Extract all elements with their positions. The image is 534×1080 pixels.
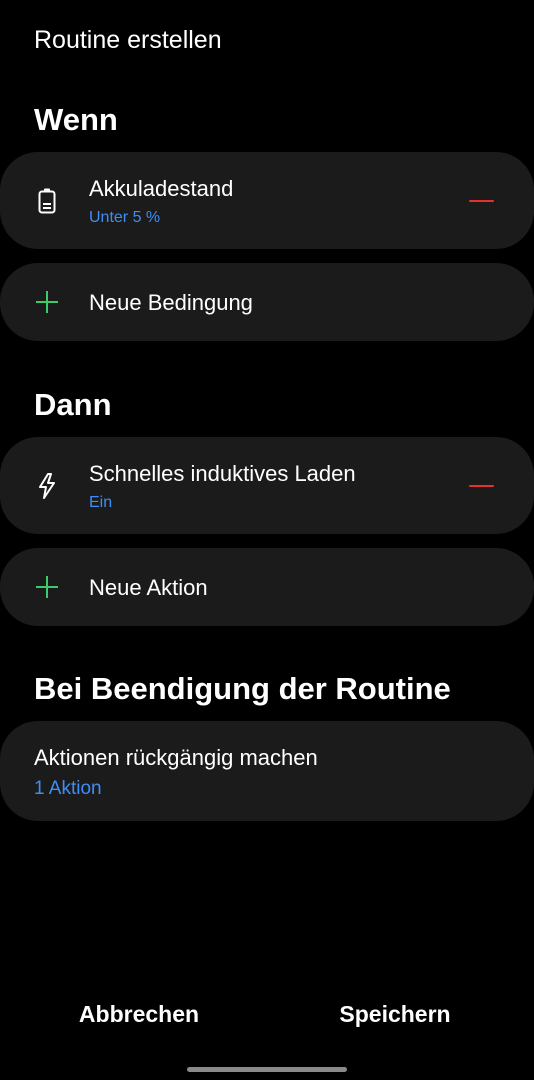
plus-icon	[34, 574, 60, 600]
remove-action-button[interactable]	[464, 471, 498, 501]
flash-icon	[34, 471, 60, 501]
condition-label: Akkuladestand	[89, 176, 234, 201]
save-button[interactable]: Speichern	[320, 1001, 470, 1028]
undo-actions-card[interactable]: Aktionen rückgängig machen 1 Aktion	[0, 721, 534, 821]
undo-actions-label: Aktionen rückgängig machen	[34, 745, 318, 770]
remove-condition-button[interactable]	[464, 186, 498, 216]
plus-icon	[34, 289, 60, 315]
cancel-button[interactable]: Abbrechen	[64, 1001, 214, 1028]
minus-icon	[468, 200, 494, 202]
minus-icon	[468, 485, 494, 487]
section-title-when: Wenn	[34, 102, 118, 137]
section-title-routine-end: Bei Beendigung der Routine	[34, 671, 451, 706]
navigation-handle[interactable]	[187, 1067, 347, 1072]
condition-value: Unter 5 %	[89, 209, 161, 226]
action-label: Schnelles induktives Laden	[89, 461, 356, 486]
page-title: Routine erstellen	[34, 26, 222, 54]
action-value: Ein	[89, 494, 113, 511]
section-title-then: Dann	[34, 387, 112, 422]
battery-icon	[34, 186, 60, 216]
add-condition-label: Neue Bedingung	[89, 290, 253, 315]
condition-card-battery-level[interactable]: Akkuladestand Unter 5 %	[0, 152, 534, 249]
add-action-button[interactable]: Neue Aktion	[0, 548, 534, 626]
action-card-fast-wireless-charging[interactable]: Schnelles induktives Laden Ein	[0, 437, 534, 534]
add-condition-button[interactable]: Neue Bedingung	[0, 263, 534, 341]
add-action-label: Neue Aktion	[89, 575, 208, 600]
undo-actions-value: 1 Aktion	[34, 778, 102, 799]
